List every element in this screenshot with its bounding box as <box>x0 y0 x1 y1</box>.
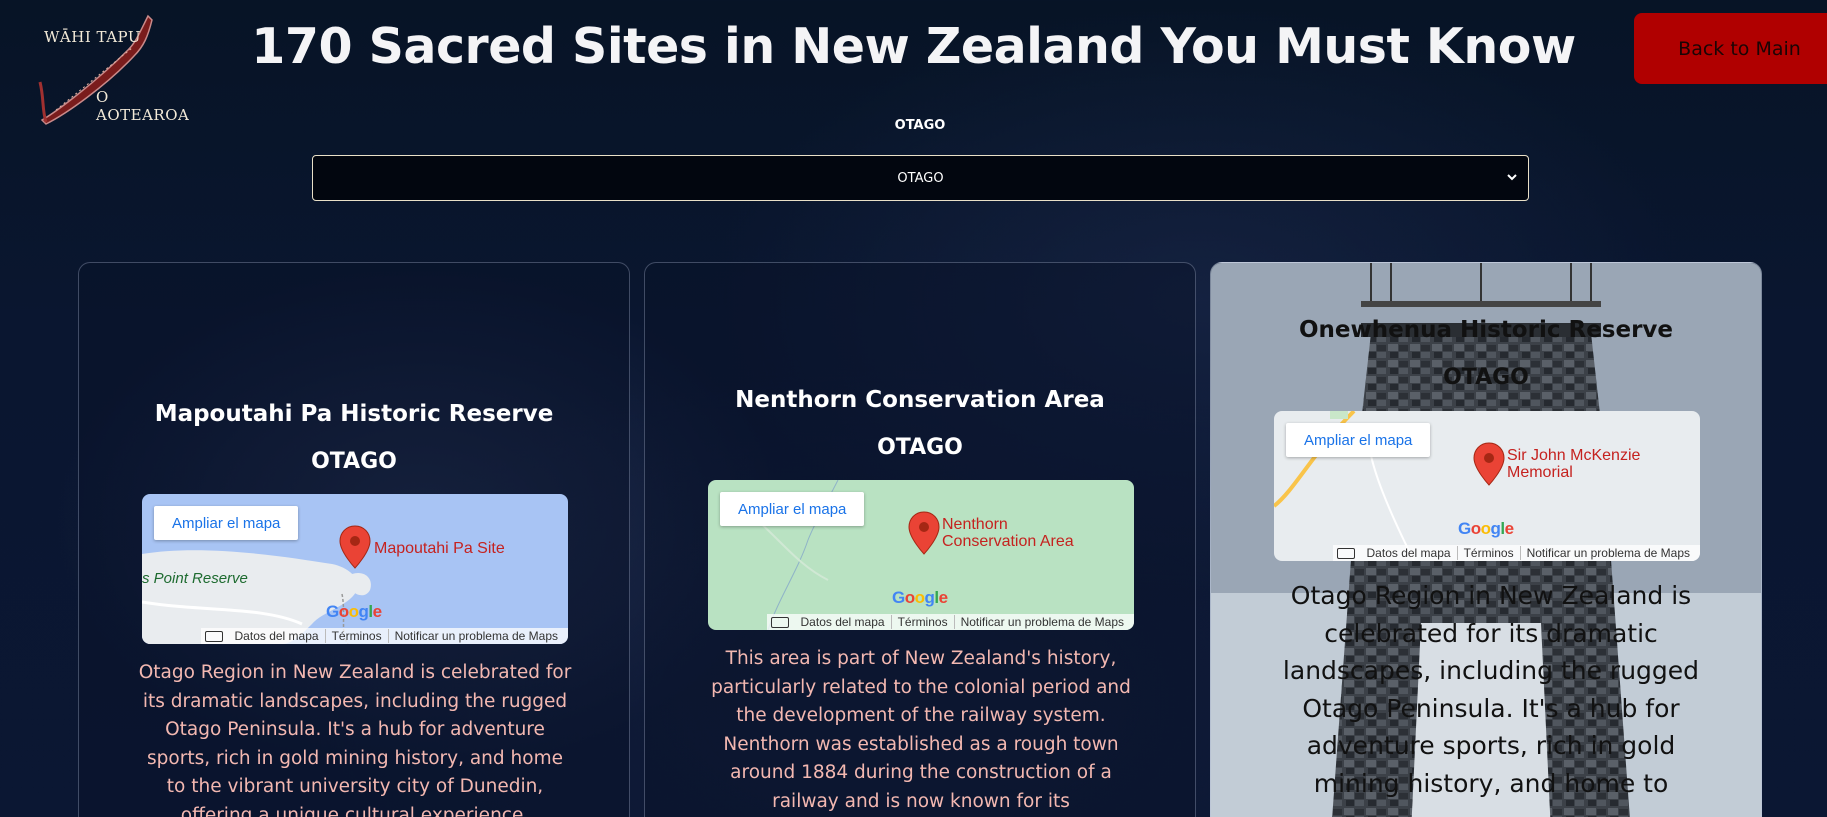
expand-map-button[interactable]: Ampliar el mapa <box>154 506 299 540</box>
card-title: Mapoutahi Pa Historic Reserve <box>154 401 554 427</box>
page-title: 170 Sacred Sites in New Zealand You Must… <box>251 18 1576 75</box>
chevron-down-icon <box>1507 174 1517 181</box>
map-pin-label: Mapoutahi Pa Site <box>374 540 505 557</box>
map-footer: Datos del mapa Términos Notificar un pro… <box>1332 545 1700 561</box>
map-pin-label-line1: Sir John McKenzie <box>1507 447 1641 464</box>
map-terms-link[interactable]: Términos <box>324 629 388 643</box>
map-place-label: s Point Reserve <box>142 570 248 587</box>
region-select[interactable]: OTAGO <box>312 155 1529 201</box>
map-pin-icon[interactable] <box>338 524 372 570</box>
map-footer: Datos del mapa Términos Notificar un pro… <box>200 628 568 644</box>
card-region: OTAGO <box>311 449 397 474</box>
map-report-link[interactable]: Notificar un problema de Maps <box>1519 546 1696 560</box>
map-report-link[interactable]: Notificar un problema de Maps <box>387 629 564 643</box>
map-data-link[interactable]: Datos del mapa <box>229 629 325 643</box>
embedded-map[interactable]: Ampliar el mapa Nenthorn Conservation Ar… <box>708 480 1134 630</box>
map-footer: Datos del mapa Términos Notificar un pro… <box>766 614 1134 630</box>
google-logo: Google <box>1458 519 1514 538</box>
keyboard-icon[interactable] <box>204 630 223 642</box>
site-card-mapoutahi[interactable]: Mapoutahi Pa Historic Reserve OTAGO Ampl… <box>78 262 630 817</box>
map-report-link[interactable]: Notificar un problema de Maps <box>953 615 1130 629</box>
card-title: Nenthorn Conservation Area <box>735 387 1105 413</box>
map-pin-label-line2: Conservation Area <box>942 533 1074 550</box>
map-pin-label-line1: Nenthorn <box>942 516 1008 533</box>
map-terms-link[interactable]: Términos <box>890 615 954 629</box>
map-pin-label: Nenthorn Conservation Area <box>942 516 1074 550</box>
map-data-link[interactable]: Datos del mapa <box>1361 546 1457 560</box>
card-description: Otago Region in New Zealand is celebrate… <box>138 662 572 817</box>
map-pin-icon[interactable] <box>907 510 941 556</box>
map-pin-label: Sir John McKenzie Memorial <box>1507 447 1640 481</box>
embedded-map[interactable]: Ampliar el mapa Mapoutahi Pa Site s Poin… <box>142 494 568 644</box>
map-pin-label-line2: Memorial <box>1507 464 1573 481</box>
keyboard-icon[interactable] <box>770 616 789 628</box>
region-select-value: OTAGO <box>897 170 944 186</box>
card-title: Onewhenua Historic Reserve <box>1298 317 1674 343</box>
embedded-map[interactable]: Ampliar el mapa Sir John McKenzie Memori… <box>1274 411 1700 561</box>
keyboard-icon[interactable] <box>1336 547 1355 559</box>
card-region: OTAGO <box>1443 365 1529 390</box>
region-filter-label: OTAGO <box>894 118 946 133</box>
map-pin-icon[interactable] <box>1472 441 1506 487</box>
card-description: This area is part of New Zealand's histo… <box>711 648 1131 812</box>
back-to-main-button[interactable]: Back to Main <box>1634 13 1827 84</box>
card-description: Otago Region in New Zealand is celebrate… <box>1282 581 1700 798</box>
site-card-nenthorn[interactable]: Nenthorn Conservation Area OTAGO Ampliar… <box>644 262 1196 817</box>
map-terms-link[interactable]: Términos <box>1456 546 1520 560</box>
expand-map-button[interactable]: Ampliar el mapa <box>1286 423 1431 457</box>
google-logo: Google <box>326 602 382 621</box>
map-data-link[interactable]: Datos del mapa <box>795 615 891 629</box>
google-logo: Google <box>892 588 948 607</box>
card-region: OTAGO <box>877 435 963 460</box>
expand-map-button[interactable]: Ampliar el mapa <box>720 492 865 526</box>
site-card-onewhenua[interactable]: Onewhenua Historic Reserve OTAGO Ampliar… <box>1210 262 1762 817</box>
